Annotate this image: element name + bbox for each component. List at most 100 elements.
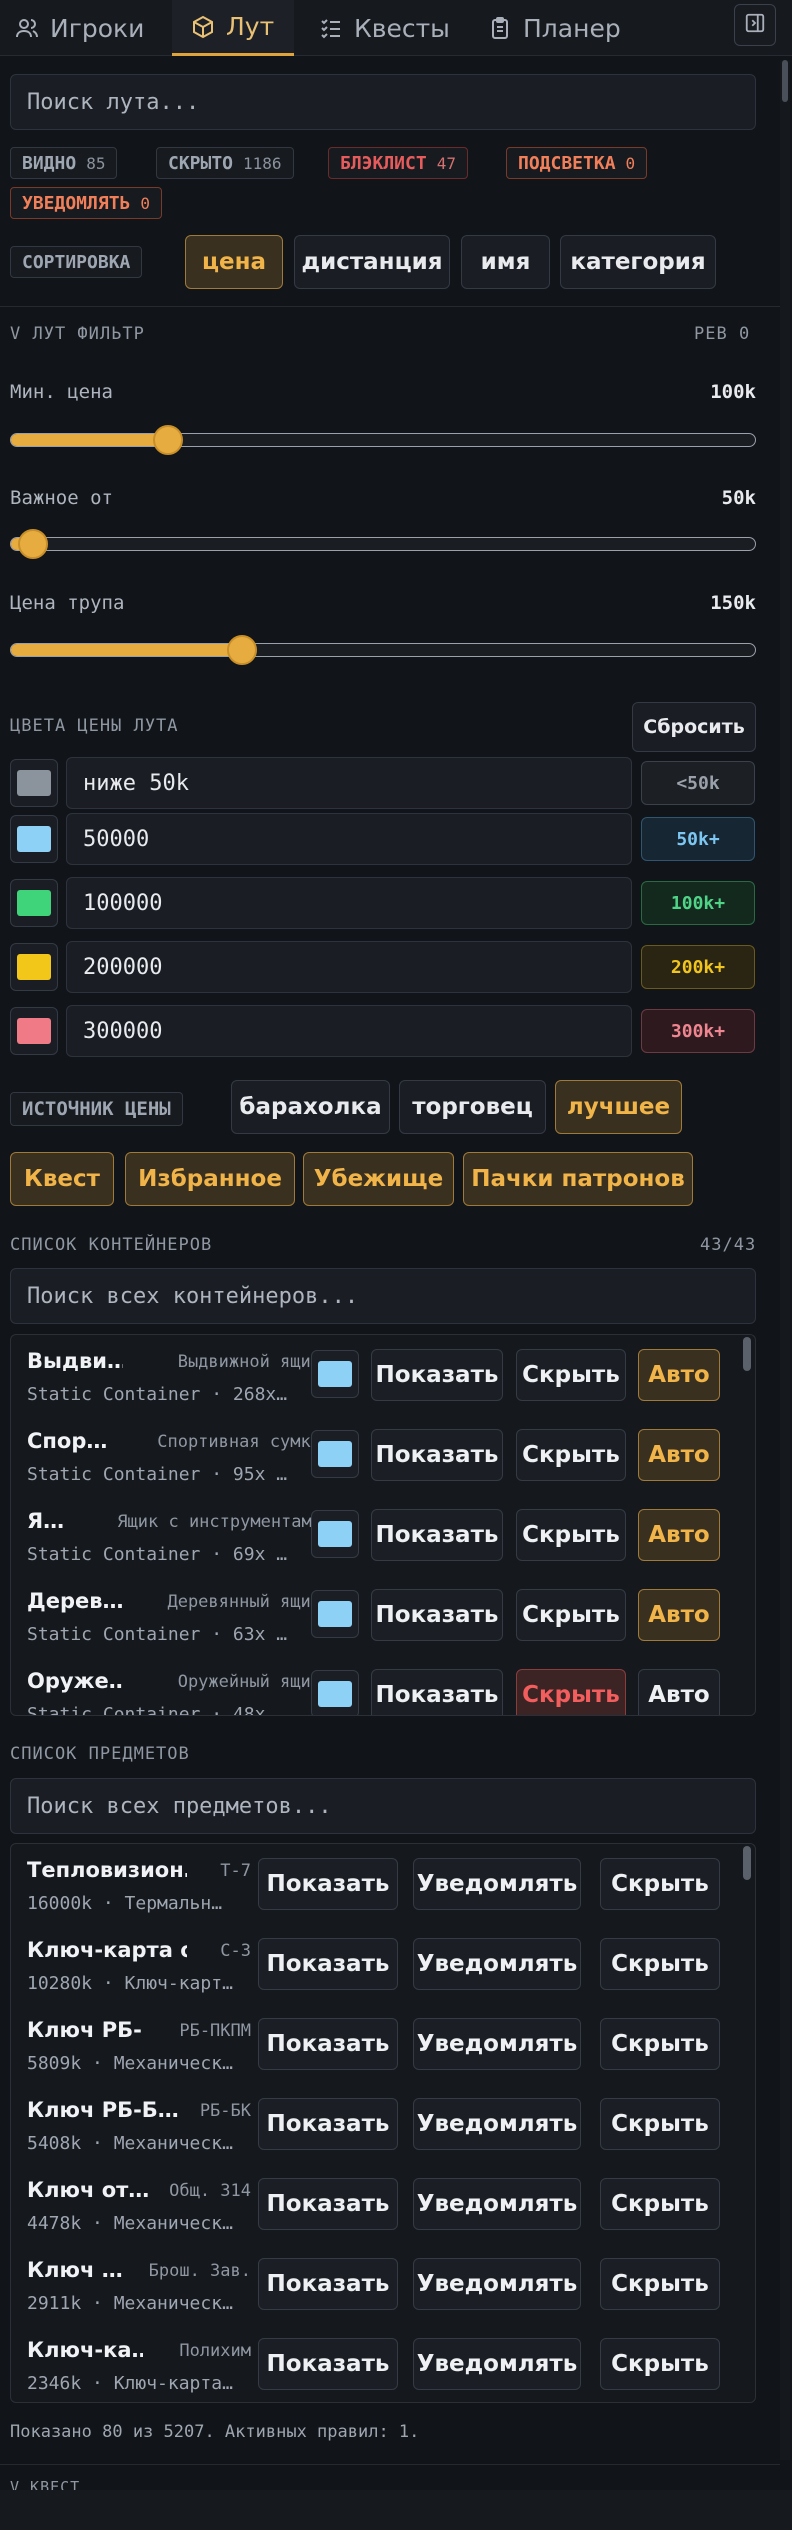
item-show-label: Показать [266, 2191, 390, 2217]
containers-title: СПИСОК КОНТЕЙНЕРОВ [10, 1235, 213, 1255]
container-hide-label: Скрыть [522, 1442, 620, 1468]
container-color-swatch[interactable] [311, 1670, 359, 1715]
item-notify-button[interactable]: Уведомлять [413, 2258, 581, 2310]
item-hide-button[interactable]: Скрыть [600, 2018, 720, 2070]
container-auto-button[interactable]: Авто [638, 1349, 720, 1401]
item-hide-button[interactable]: Скрыть [600, 2258, 720, 2310]
container-auto-button[interactable]: Авто [638, 1509, 720, 1561]
container-color-swatch[interactable] [311, 1430, 359, 1478]
item-short-name: Общ. 314 [169, 2181, 251, 2201]
container-show-button[interactable]: Показать [371, 1429, 503, 1481]
container-details: Static Container · 268x… [27, 1384, 288, 1405]
category-hideout-button[interactable]: Убежище [303, 1152, 454, 1206]
item-notify-button[interactable]: Уведомлять [413, 2338, 581, 2390]
tab-loot[interactable]: Лут [172, 0, 294, 56]
sort-price-button[interactable]: цена [185, 235, 283, 289]
corpse-price-slider[interactable] [10, 635, 756, 665]
reset-colors-label: Сбросить [643, 716, 745, 738]
item-notify-button[interactable]: Уведомлять [413, 2178, 581, 2230]
container-color-swatch[interactable] [311, 1590, 359, 1638]
category-ammo-packs-button[interactable]: Пачки патронов [463, 1152, 693, 1206]
stat-blacklist[interactable]: БЛЭКЛИСТ 47 [328, 147, 468, 179]
container-color-swatch[interactable] [311, 1350, 359, 1398]
container-show-button[interactable]: Показать [371, 1509, 503, 1561]
item-notify-button[interactable]: Уведомлять [413, 1858, 581, 1910]
item-notify-button[interactable]: Уведомлять [413, 2098, 581, 2150]
price-color-swatch[interactable] [10, 815, 58, 863]
container-hide-button[interactable]: Скрыть [516, 1669, 626, 1715]
item-show-button[interactable]: Показать [258, 1938, 398, 1990]
stat-highlight[interactable]: ПОДСВЕТКА 0 [506, 147, 648, 179]
container-auto-button[interactable]: Авто [638, 1589, 720, 1641]
container-show-button[interactable]: Показать [371, 1349, 503, 1401]
item-hide-button[interactable]: Скрыть [600, 1938, 720, 1990]
price-threshold-input[interactable]: 200000 [66, 941, 632, 993]
price-threshold-input[interactable]: ниже 50k [66, 757, 632, 809]
item-hide-button[interactable]: Скрыть [600, 2098, 720, 2150]
price-color-swatch[interactable] [10, 879, 58, 927]
container-show-button[interactable]: Показать [371, 1669, 503, 1715]
container-auto-button[interactable]: Авто [638, 1429, 720, 1481]
panel-scrollbar[interactable] [780, 60, 790, 2460]
tab-planner[interactable]: Планер [487, 0, 627, 56]
price-threshold-input[interactable]: 100000 [66, 877, 632, 929]
item-notify-button[interactable]: Уведомлять [413, 1938, 581, 1990]
source-best-button[interactable]: лучшее [555, 1080, 682, 1134]
loot-filter-toggle[interactable]: V ЛУТ ФИЛЬТР [10, 324, 145, 344]
tab-quests[interactable]: Квесты [318, 0, 458, 56]
containers-search-input[interactable]: Поиск всех контейнеров... [10, 1268, 756, 1324]
container-color-swatch[interactable] [311, 1510, 359, 1558]
panel-scrollbar-thumb[interactable] [782, 60, 788, 102]
collapse-panel-button[interactable] [734, 4, 776, 46]
price-tier-tag: 300k+ [641, 1009, 755, 1053]
box-icon [190, 14, 216, 40]
container-auto-label: Авто [648, 1602, 710, 1628]
stat-visible[interactable]: ВИДНО 85 [10, 147, 118, 179]
item-show-button[interactable]: Показать [258, 2018, 398, 2070]
category-favorites-button[interactable]: Избранное [125, 1152, 295, 1206]
source-trader-button[interactable]: торговец [399, 1080, 546, 1134]
container-hide-button[interactable]: Скрыть [516, 1509, 626, 1561]
items-scrollbar-thumb[interactable] [743, 1846, 751, 1880]
reset-colors-button[interactable]: Сбросить [632, 702, 756, 752]
category-quest-button[interactable]: Квест [10, 1152, 114, 1206]
price-color-swatch[interactable] [10, 1007, 58, 1055]
item-notify-button[interactable]: Уведомлять [413, 2018, 581, 2070]
container-hide-button[interactable]: Скрыть [516, 1589, 626, 1641]
item-short-name: С-3 [220, 1941, 251, 1961]
slider-handle[interactable] [152, 425, 183, 455]
item-show-button[interactable]: Показать [258, 2178, 398, 2230]
items-scrollbar[interactable] [741, 1844, 753, 2402]
stat-notify[interactable]: УВЕДОМЛЯТЬ 0 [10, 187, 163, 219]
item-hide-label: Скрыть [611, 2271, 709, 2297]
container-hide-button[interactable]: Скрыть [516, 1429, 626, 1481]
container-hide-button[interactable]: Скрыть [516, 1349, 626, 1401]
item-show-button[interactable]: Показать [258, 1858, 398, 1910]
sort-name-button[interactable]: имя [461, 235, 550, 289]
item-hide-button[interactable]: Скрыть [600, 1858, 720, 1910]
containers-scrollbar-thumb[interactable] [743, 1337, 751, 1371]
sort-category-button[interactable]: категория [560, 235, 716, 289]
slider-handle[interactable] [227, 635, 258, 665]
item-hide-button[interactable]: Скрыть [600, 2178, 720, 2230]
item-hide-button[interactable]: Скрыть [600, 2338, 720, 2390]
slider-handle[interactable] [18, 529, 49, 559]
sort-distance-button[interactable]: дистанция [294, 235, 450, 289]
item-show-button[interactable]: Показать [258, 2098, 398, 2150]
important-from-slider[interactable] [10, 529, 756, 559]
container-auto-button[interactable]: Авто [638, 1669, 720, 1715]
min-price-slider[interactable] [10, 425, 756, 455]
price-threshold-input[interactable]: 50000 [66, 813, 632, 865]
stat-hidden[interactable]: СКРЫТО 1186 [156, 147, 294, 179]
item-show-button[interactable]: Показать [258, 2338, 398, 2390]
source-flea-button[interactable]: барахолка [231, 1080, 390, 1134]
price-color-swatch[interactable] [10, 943, 58, 991]
tab-players[interactable]: Игроки [14, 0, 154, 56]
container-show-button[interactable]: Показать [371, 1589, 503, 1641]
price-color-swatch[interactable] [10, 759, 58, 807]
price-threshold-input[interactable]: 300000 [66, 1005, 632, 1057]
items-search-input[interactable]: Поиск всех предметов... [10, 1778, 756, 1834]
item-show-button[interactable]: Показать [258, 2258, 398, 2310]
containers-scrollbar[interactable] [741, 1335, 753, 1715]
loot-search-input[interactable]: Поиск лута... [10, 74, 756, 130]
